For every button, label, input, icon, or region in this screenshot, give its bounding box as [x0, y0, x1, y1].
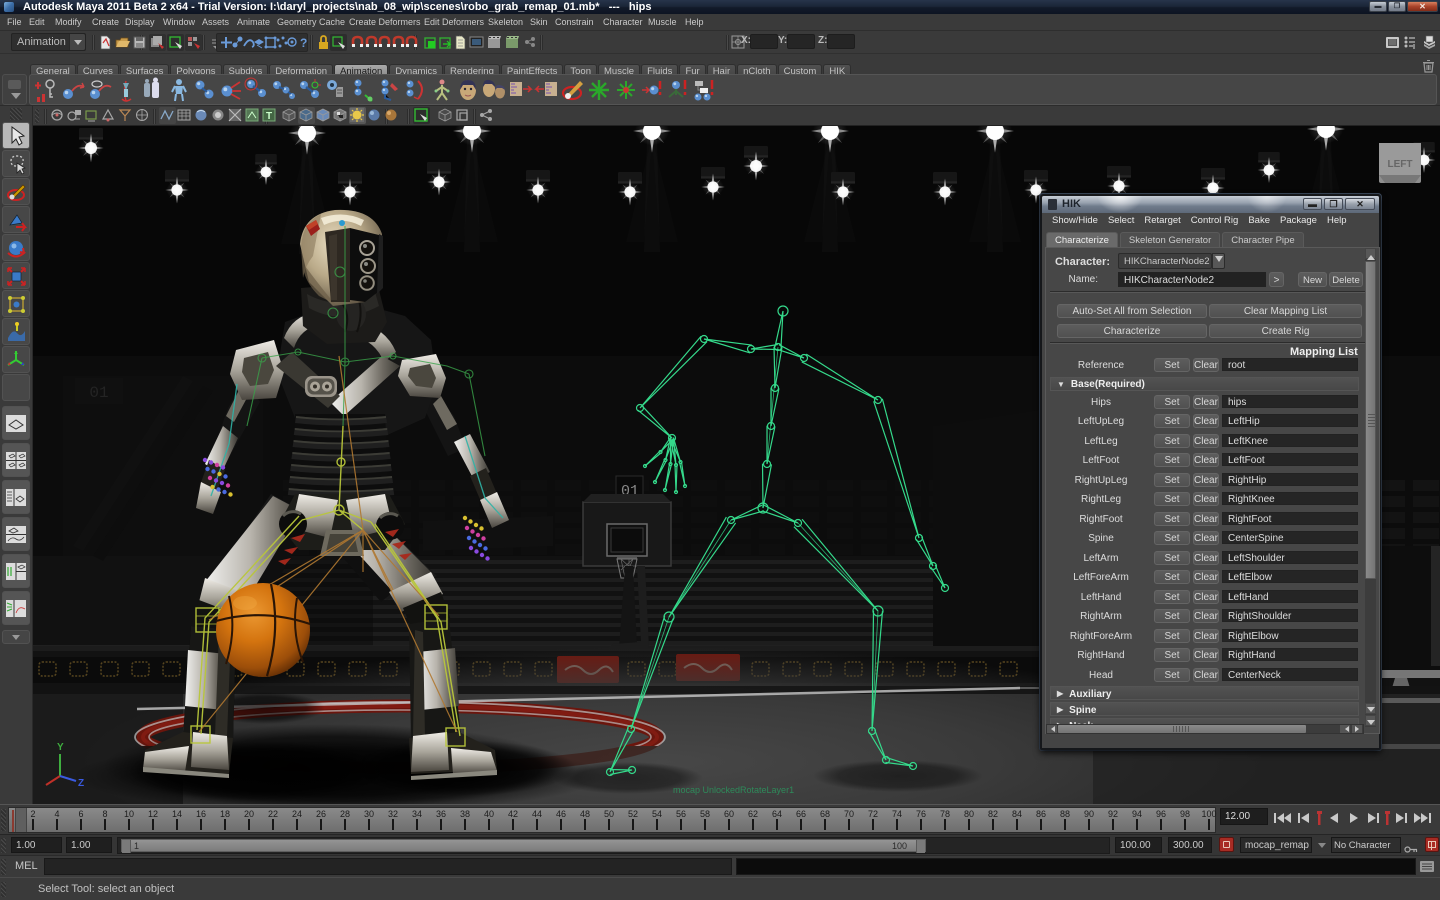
svg-text:mocap UnlockedRotateLayer1: mocap UnlockedRotateLayer1	[673, 785, 794, 795]
svg-text:LEFT: LEFT	[1388, 159, 1413, 170]
svg-text:Y: Y	[57, 742, 64, 753]
svg-text:Z: Z	[78, 778, 84, 789]
svg-text:?: ?	[300, 36, 307, 50]
svg-text:T: T	[266, 111, 272, 122]
svg-text:01: 01	[89, 384, 108, 402]
